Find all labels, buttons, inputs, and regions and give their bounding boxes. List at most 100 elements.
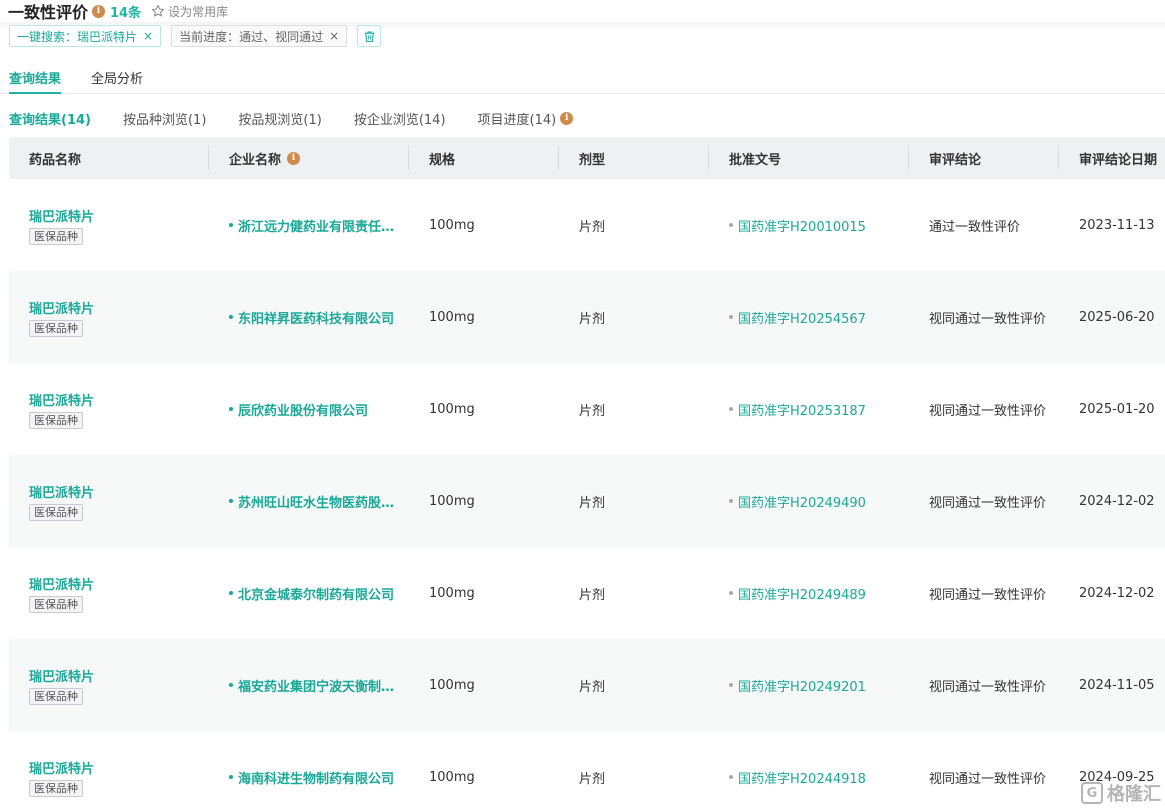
insurance-badge: 医保品种	[29, 503, 83, 521]
drug-cell: 瑞巴派特片 医保品种	[29, 271, 199, 363]
column-divider[interactable]	[908, 146, 909, 170]
company-cell: 苏州旺山旺水生物医药股…	[229, 455, 401, 547]
approval-number-link[interactable]: 国药准字H20253187	[738, 400, 866, 419]
insurance-badge: 医保品种	[29, 779, 83, 797]
date-cell: 2025-01-20	[1079, 401, 1155, 417]
info-icon[interactable]: i	[92, 4, 106, 18]
approval-cell: 国药准字H20244918	[729, 731, 899, 810]
bullet-dot	[229, 315, 233, 319]
date-cell: 2025-06-20	[1079, 309, 1155, 325]
approval-number-link[interactable]: 国药准字H20249201	[738, 676, 866, 695]
set-favorite-label: 设为常用库	[168, 4, 229, 19]
approval-number-link[interactable]: 国药准字H20010015	[738, 216, 866, 235]
bullet-dot	[229, 775, 233, 779]
approval-cell: 国药准字H20254567	[729, 271, 899, 363]
form-cell: 片剂	[579, 771, 606, 787]
approval-number-link[interactable]: 国药准字H20249490	[738, 492, 866, 511]
bullet-dot	[729, 775, 733, 779]
tab-global-analysis[interactable]: 全局分析	[91, 68, 143, 87]
approval-cell: 国药准字H20010015	[729, 179, 899, 271]
column-divider[interactable]	[1058, 146, 1059, 170]
company-cell: 东阳祥昇医药科技有限公司	[229, 271, 401, 363]
insurance-badge: 医保品种	[29, 319, 83, 337]
approval-number-link[interactable]: 国药准字H20249489	[738, 584, 866, 603]
filter-tag-progress[interactable]: 当前进度：通过、视同通过 ×	[171, 25, 348, 47]
info-icon[interactable]: i	[560, 111, 574, 125]
column-divider[interactable]	[408, 146, 409, 170]
bullet-dot	[729, 315, 733, 319]
subtab-by-variety[interactable]: 按品种浏览(1)	[123, 109, 206, 128]
date-cell: 2023-11-13	[1079, 217, 1155, 233]
drug-name-link[interactable]: 瑞巴派特片	[29, 298, 94, 317]
drug-name-link[interactable]: 瑞巴派特片	[29, 206, 94, 225]
spec-cell: 100mg	[429, 309, 475, 325]
bullet-dot	[229, 223, 233, 227]
table-row: 瑞巴派特片 医保品种 东阳祥昇医药科技有限公司 100mg 片剂 国药准字H20…	[9, 271, 1165, 363]
bullet-dot	[729, 683, 733, 687]
approval-number-link[interactable]: 国药准字H20244918	[738, 768, 866, 787]
company-link[interactable]: 苏州旺山旺水生物医药股…	[238, 492, 394, 511]
column-header-form: 剂型	[579, 152, 606, 168]
subtab-by-spec[interactable]: 按品规浏览(1)	[238, 109, 321, 128]
company-link[interactable]: 东阳祥昇医药科技有限公司	[238, 308, 394, 327]
column-header-company-label: 企业名称	[229, 152, 282, 168]
info-icon[interactable]: i	[287, 151, 301, 165]
bullet-dot	[729, 407, 733, 411]
form-cell: 片剂	[579, 495, 606, 511]
drug-cell: 瑞巴派特片 医保品种	[29, 547, 199, 639]
form-cell: 片剂	[579, 679, 606, 695]
column-divider[interactable]	[708, 146, 709, 170]
main-tabs: 查询结果 全局分析	[0, 62, 1165, 94]
table-row: 瑞巴派特片 医保品种 辰欣药业股份有限公司 100mg 片剂 国药准字H2025…	[9, 363, 1165, 455]
column-header-company: 企业名称 i	[229, 137, 301, 179]
column-header-spec: 规格	[429, 152, 456, 168]
table-row: 瑞巴派特片 医保品种 浙江远力健药业有限责任… 100mg 片剂 国药准字H20…	[9, 179, 1165, 271]
company-link[interactable]: 福安药业集团宁波天衡制…	[238, 676, 394, 695]
company-link[interactable]: 北京金城泰尔制药有限公司	[238, 584, 394, 603]
subtab-query-results[interactable]: 查询结果(14)	[9, 109, 91, 128]
conclusion-cell: 视同通过一致性评价	[929, 679, 1047, 695]
company-cell: 福安药业集团宁波天衡制…	[229, 639, 401, 731]
subtab-project-progress[interactable]: 项目进度(14) i	[478, 109, 574, 128]
spec-cell: 100mg	[429, 585, 475, 601]
company-link[interactable]: 辰欣药业股份有限公司	[238, 400, 368, 419]
date-cell: 2024-12-02	[1079, 585, 1155, 601]
filter-tag-search[interactable]: 一键搜索：瑞巴派特片 ×	[9, 25, 162, 47]
trash-icon	[364, 31, 375, 42]
drug-name-link[interactable]: 瑞巴派特片	[29, 482, 94, 501]
drug-cell: 瑞巴派特片 医保品种	[29, 731, 199, 810]
close-icon[interactable]: ×	[143, 29, 153, 43]
tab-query-results[interactable]: 查询结果	[9, 68, 62, 94]
column-divider[interactable]	[208, 146, 209, 170]
spec-cell: 100mg	[429, 401, 475, 417]
form-cell: 片剂	[579, 587, 606, 603]
table-header: 药品名称 企业名称 i 规格 剂型 批准文号 审评结论 审评结论日期	[9, 137, 1165, 179]
drug-name-link[interactable]: 瑞巴派特片	[29, 666, 94, 685]
bullet-dot	[729, 591, 733, 595]
date-cell: 2024-12-02	[1079, 493, 1155, 509]
spec-cell: 100mg	[429, 677, 475, 693]
drug-cell: 瑞巴派特片 医保品种	[29, 455, 199, 547]
approval-cell: 国药准字H20249490	[729, 455, 899, 547]
subtab-by-company[interactable]: 按企业浏览(14)	[354, 109, 446, 128]
drug-cell: 瑞巴派特片 医保品种	[29, 363, 199, 455]
close-icon[interactable]: ×	[329, 29, 339, 43]
bullet-dot	[229, 499, 233, 503]
drug-name-link[interactable]: 瑞巴派特片	[29, 390, 94, 409]
set-favorite-button[interactable]: 设为常用库	[151, 3, 228, 20]
filter-bar: 一键搜索：瑞巴派特片 × 当前进度：通过、视同通过 ×	[9, 25, 382, 47]
approval-cell: 国药准字H20249489	[729, 547, 899, 639]
watermark-logo: G	[1081, 782, 1103, 804]
insurance-badge: 医保品种	[29, 595, 83, 613]
clear-filters-button[interactable]	[357, 25, 382, 47]
drug-name-link[interactable]: 瑞巴派特片	[29, 758, 94, 777]
bullet-dot	[729, 499, 733, 503]
column-divider[interactable]	[558, 146, 559, 170]
approval-number-link[interactable]: 国药准字H20254567	[738, 308, 866, 327]
company-link[interactable]: 海南科进生物制药有限公司	[238, 768, 394, 787]
company-cell: 海南科进生物制药有限公司	[229, 731, 401, 810]
company-link[interactable]: 浙江远力健药业有限责任…	[238, 216, 394, 235]
approval-cell: 国药准字H20253187	[729, 363, 899, 455]
conclusion-cell: 视同通过一致性评价	[929, 403, 1047, 419]
drug-name-link[interactable]: 瑞巴派特片	[29, 574, 94, 593]
